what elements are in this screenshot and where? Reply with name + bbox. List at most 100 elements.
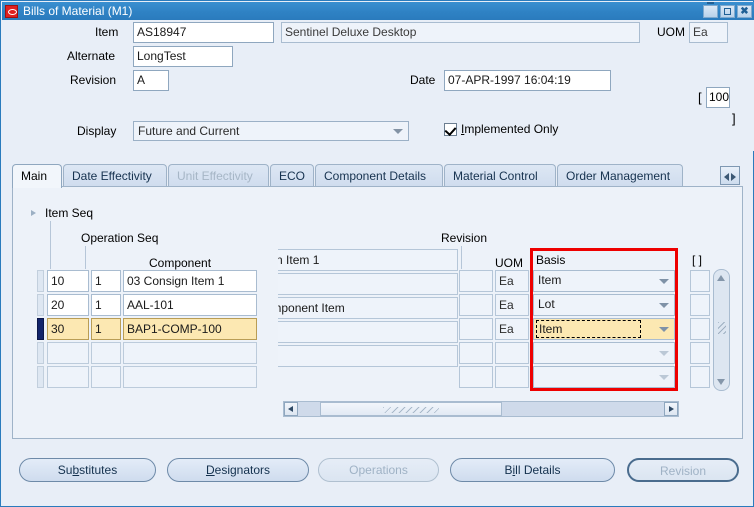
revision-label: Revision: [70, 73, 117, 87]
item-description-field: Sentinel Deluxe Desktop: [281, 22, 640, 43]
cell-operation-seq[interactable]: [91, 342, 121, 364]
tab-main[interactable]: Main: [12, 164, 62, 188]
substitutes-button[interactable]: Substitutes: [19, 458, 156, 482]
cell-flex[interactable]: [690, 318, 710, 340]
designators-post: esignators: [214, 463, 271, 477]
cell-operation-seq[interactable]: [91, 366, 121, 388]
cell-uom: Ea: [495, 294, 529, 316]
cell-basis-value: Lot: [538, 297, 555, 311]
col-header-flex: [ ]: [692, 253, 703, 267]
cell-component[interactable]: [123, 366, 257, 388]
header-form: Item AS18947 Sentinel Deluxe Desktop UOM…: [2, 20, 754, 151]
scroll-up-icon[interactable]: [717, 275, 725, 281]
chevron-down-icon: [659, 279, 669, 284]
col-header-operation-seq: Operation Seq: [81, 231, 159, 245]
bill-details-post: ll Details: [515, 463, 561, 477]
row-indicator[interactable]: [37, 342, 44, 364]
scroll-right-button[interactable]: [664, 402, 678, 416]
row-indicator-current[interactable]: [37, 318, 44, 340]
cell-revision[interactable]: [459, 366, 493, 388]
col-header-revision: Revision: [441, 231, 488, 245]
chevron-down-icon: [659, 375, 669, 380]
tab-component-details[interactable]: Component Details: [315, 164, 443, 187]
row-indicator[interactable]: [37, 270, 44, 292]
cell-component[interactable]: AAL-101: [123, 294, 257, 316]
grid-vertical-scrollbar[interactable]: [713, 269, 730, 391]
cell-description[interactable]: BAP1 Component Item: [278, 297, 458, 319]
uom-field: Ea: [689, 22, 728, 43]
minimize-button[interactable]: [703, 1, 718, 18]
tab-scroll-button[interactable]: [720, 166, 740, 185]
implemented-only-checkbox[interactable]: [444, 123, 457, 136]
cell-flex[interactable]: [690, 270, 710, 292]
flex-field[interactable]: 100: [706, 87, 730, 108]
cell-description[interactable]: [278, 345, 458, 367]
item-label: Item: [95, 25, 119, 39]
stem-operation-seq: [85, 246, 86, 269]
maximize-button[interactable]: [720, 4, 735, 18]
chevron-down-icon: [659, 351, 669, 356]
col-header-basis: Basis: [536, 253, 566, 267]
oracle-logo-icon: [5, 4, 18, 18]
close-button[interactable]: ✖: [737, 4, 752, 18]
alternate-field[interactable]: LongTest: [133, 46, 233, 67]
cell-basis-value: Item: [538, 273, 562, 287]
cell-item-seq[interactable]: 30: [47, 318, 89, 340]
cell-description[interactable]: [278, 273, 458, 295]
substitutes-pre: Su: [57, 463, 73, 477]
cell-description[interactable]: 03 Consign Item 1: [278, 249, 458, 271]
cell-flex[interactable]: [690, 342, 710, 364]
flex-bracket-open: [: [698, 90, 702, 105]
date-field[interactable]: 07-APR-1997 16:04:19: [444, 70, 611, 91]
designators-button[interactable]: Designators: [167, 458, 309, 482]
cell-basis-poplist[interactable]: [533, 342, 675, 364]
scroll-left-button[interactable]: [284, 402, 298, 416]
cell-basis-poplist-focused[interactable]: Item: [533, 318, 675, 340]
row-indicator[interactable]: [37, 366, 44, 388]
tab-date-effectivity[interactable]: Date Effectivity: [63, 164, 167, 187]
date-label: Date: [410, 73, 436, 87]
cell-description[interactable]: [278, 321, 458, 343]
horizontal-scroll-thumb[interactable]: [320, 402, 502, 416]
bill-details-button[interactable]: Bill Details: [450, 458, 615, 482]
cell-flex[interactable]: [690, 294, 710, 316]
row-indicator[interactable]: [37, 294, 44, 316]
col-header-uom: UOM: [495, 256, 523, 270]
cell-basis-poplist[interactable]: Item: [533, 270, 675, 292]
cell-component[interactable]: [123, 342, 257, 364]
cell-item-seq[interactable]: 20: [47, 294, 89, 316]
chevron-right-icon: [669, 406, 674, 412]
cell-flex[interactable]: [690, 366, 710, 388]
display-poplist-value: Future and Current: [138, 124, 240, 138]
operations-button: Operations: [318, 458, 439, 482]
cell-item-seq[interactable]: [47, 342, 89, 364]
cell-component[interactable]: BAP1-COMP-100: [123, 318, 257, 340]
cell-operation-seq[interactable]: 1: [91, 270, 121, 292]
grid-horizontal-scrollbar[interactable]: [283, 401, 679, 417]
tab-unit-effectivity: Unit Effectivity: [168, 164, 269, 187]
cell-revision[interactable]: [459, 342, 493, 364]
tab-material-control[interactable]: Material Control: [444, 164, 556, 187]
display-poplist[interactable]: Future and Current: [133, 121, 409, 141]
cell-operation-seq[interactable]: 1: [91, 294, 121, 316]
cell-revision[interactable]: [459, 270, 493, 292]
description-column: 03 Consign Item 1 BAP1 Component Item: [278, 249, 458, 392]
scrollbar-grip[interactable]: [718, 322, 726, 334]
title-bar: Bills of Material (M1) ✖: [2, 1, 754, 20]
cell-component[interactable]: 03 Consign Item 1: [123, 270, 257, 292]
cell-revision[interactable]: [459, 318, 493, 340]
cell-basis-poplist[interactable]: Lot: [533, 294, 675, 316]
revision-field[interactable]: A: [133, 70, 169, 91]
cell-operation-seq[interactable]: 1: [91, 318, 121, 340]
tab-eco[interactable]: ECO: [270, 164, 314, 187]
item-field[interactable]: AS18947: [133, 22, 274, 43]
cell-basis-poplist[interactable]: [533, 366, 675, 388]
tab-order-management[interactable]: Order Management: [557, 164, 683, 187]
scroll-down-icon[interactable]: [717, 379, 725, 385]
flex-bracket-close: ]: [732, 111, 736, 126]
cell-revision[interactable]: [459, 294, 493, 316]
cell-item-seq[interactable]: 10: [47, 270, 89, 292]
cell-item-seq[interactable]: [47, 366, 89, 388]
operations-label: Operations: [349, 463, 408, 477]
item-seq-marker-icon: [31, 210, 36, 216]
